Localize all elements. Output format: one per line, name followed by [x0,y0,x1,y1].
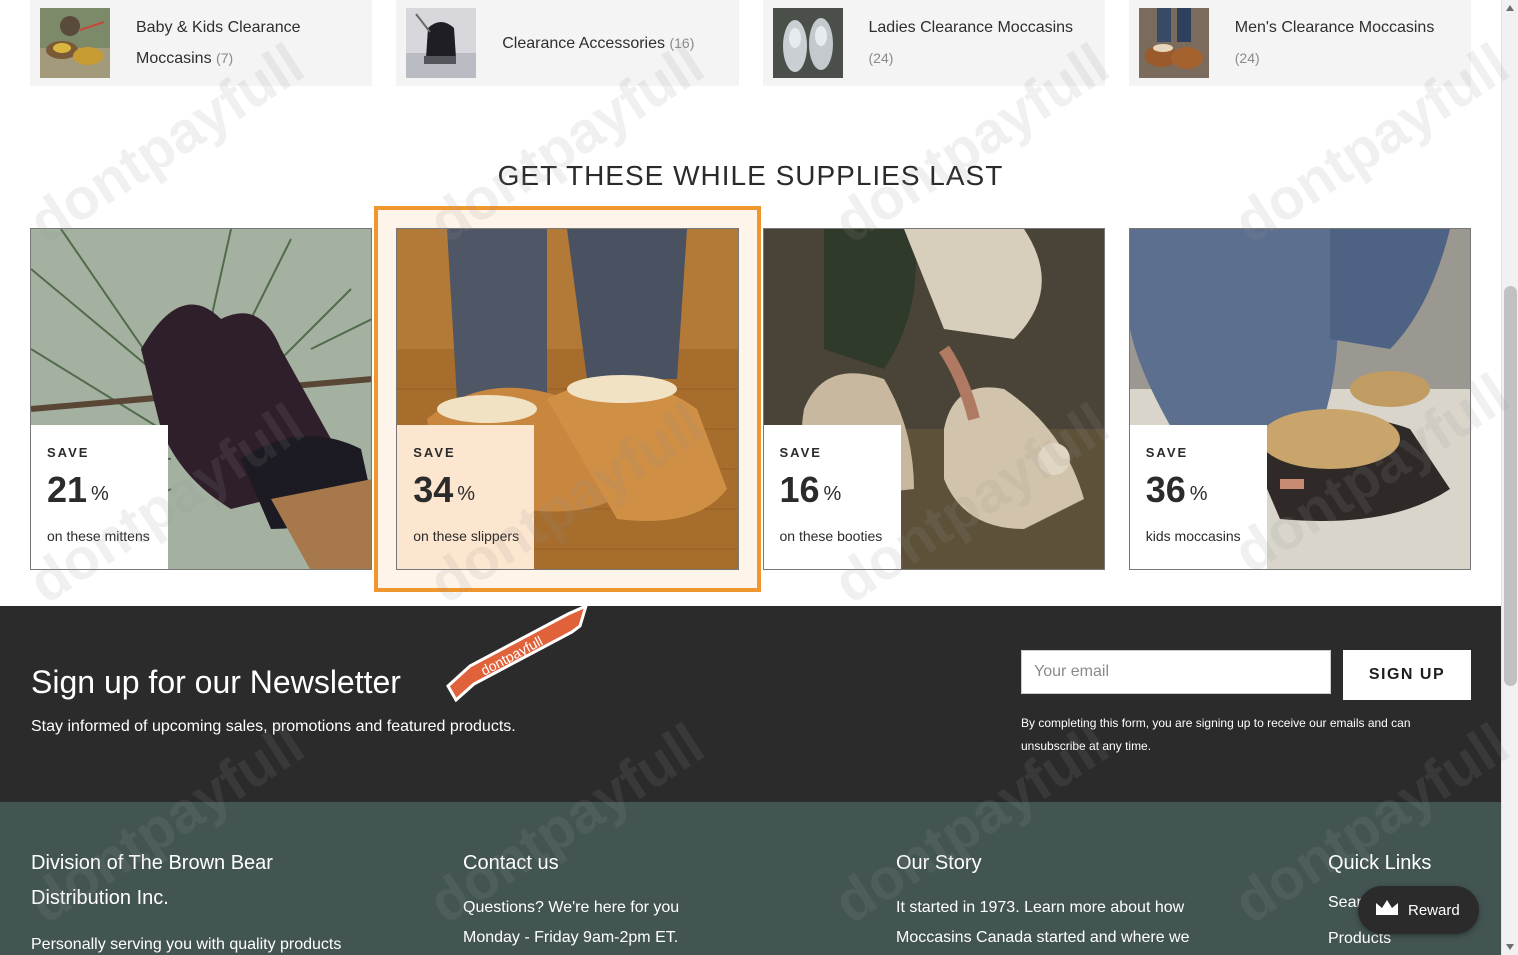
promo-note: on these mittens [47,528,150,544]
promo-save-label: SAVE [1145,445,1189,460]
promo-grid: SAVE 21% on these mittens SAVE 34 % on t… [30,228,1471,570]
reward-button[interactable]: Reward [1358,886,1479,934]
promo-percent-value: 36 [1145,469,1186,510]
footer-contact-line: Monday - Friday 9am-2pm ET. [463,929,679,946]
newsletter-disclaimer: By completing this form, you are signing… [1021,716,1411,753]
promo-info-box: SAVE 21% on these mittens [31,425,168,569]
percent-sign: % [91,483,109,505]
category-name: Men's Clearance Moccasins [1234,18,1435,36]
newsletter-subtitle: Stay informed of upcoming sales, promoti… [31,718,516,735]
footer-story-line: It started in 1973. Learn more about how [896,899,1185,916]
promo-percent: 34% [413,470,534,510]
footer-company-text: Personally serving you with quality prod… [31,936,342,953]
category-count: (24) [1234,49,1260,66]
footer-company-title: Division of The Brown Bear Distribution … [31,852,273,909]
newsletter-section: Sign up for our Newsletter Stay informed… [0,603,1501,802]
baby-moccasins-thumbnail [40,8,110,78]
promo-percent-value: 34 [413,469,454,510]
promo-card-booties[interactable]: SAVE 16% on these booties [762,228,1105,570]
promo-save-label: SAVE [779,445,822,460]
promo-card-kids-moccasins[interactable]: SAVE 36% kids moccasins [1128,228,1471,570]
dontpayfull-arrow-badge[interactable]: dontpayfull [440,603,590,703]
percent-sign: % [457,483,476,505]
category-ladies[interactable]: Ladies Clearance Moccasins (24) [762,0,1105,86]
footer-contact-text: Questions? We're here for you Monday - Fr… [463,893,763,953]
category-row: Baby & Kids Clearance Moccasins (7) Clea… [30,0,1471,86]
percent-sign: % [823,483,842,505]
category-name: Ladies Clearance Moccasins [868,18,1074,36]
promo-percent-value: 21 [47,469,88,510]
category-count: (7) [216,49,234,66]
footer-company-column: Division of The Brown Bear Distribution … [31,846,361,955]
newsletter-title: Sign up for our Newsletter [31,664,401,700]
category-mens[interactable]: Men's Clearance Moccasins (24) [1128,0,1471,86]
category-label: Clearance Accessories (16) [502,28,694,59]
promo-card-slippers[interactable]: SAVE 34% on these slippers [396,228,739,570]
section-title: GET THESE WHILE SUPPLIES LAST [497,160,1004,191]
promo-info-box: SAVE 16% on these booties [763,425,901,569]
promo-percent: 36% [1146,470,1267,510]
footer-story-line: Moccasins Canada started and where we [896,929,1190,946]
scroll-down-arrow-icon[interactable] [1506,944,1514,950]
page-scrollbar[interactable] [1501,0,1518,955]
footer-quick-links-title: Quick Links [1328,852,1432,874]
footer-story-column: Our Story It started in 1973. Learn more… [896,846,1226,953]
site-footer: Division of The Brown Bear Distribution … [0,802,1501,955]
mens-moccasins-thumbnail [1138,8,1209,78]
promo-info-box: SAVE 34% on these slippers [397,425,535,569]
sign-up-button[interactable]: SIGN UP [1343,650,1471,700]
promo-note: on these booties [779,528,883,544]
reward-label: Reward [1408,901,1460,919]
category-baby-kids[interactable]: Baby & Kids Clearance Moccasins (7) [30,0,373,86]
accessories-thumbnail [406,8,477,78]
percent-sign: % [1189,483,1208,505]
category-accessories[interactable]: Clearance Accessories (16) [396,0,739,86]
promo-percent: 21% [47,470,168,510]
footer-story-title: Our Story [896,852,982,874]
category-label: Baby & Kids Clearance Moccasins (7) [136,13,362,74]
category-label: Men's Clearance Moccasins (24) [1235,13,1435,74]
promo-note: on these slippers [413,528,520,544]
footer-contact-title: Contact us [463,852,559,874]
crown-icon [1374,898,1400,922]
promo-card-mittens[interactable]: SAVE 21% on these mittens [30,228,373,570]
footer-contact-column: Contact us Questions? We're here for you… [463,846,763,953]
email-input[interactable] [1021,650,1331,694]
category-label: Ladies Clearance Moccasins (24) [869,13,1074,74]
scrollbar-thumb[interactable] [1504,286,1517,686]
category-name: Clearance Accessories [502,34,665,52]
promo-save-label: SAVE [47,445,90,460]
promo-save-label: SAVE [413,445,456,460]
category-count: (24) [868,49,894,66]
footer-contact-line: Questions? We're here for you [463,899,680,916]
promo-percent-value: 16 [779,469,820,510]
category-count: (16) [669,34,695,51]
promo-info-box: SAVE 36% kids moccasins [1129,425,1267,569]
promo-note: kids moccasins [1145,528,1241,544]
promo-percent: 16% [780,470,901,510]
footer-story-text: It started in 1973. Learn more about how… [896,893,1226,953]
ladies-moccasins-thumbnail [772,8,843,78]
scroll-up-arrow-icon[interactable] [1506,5,1514,11]
